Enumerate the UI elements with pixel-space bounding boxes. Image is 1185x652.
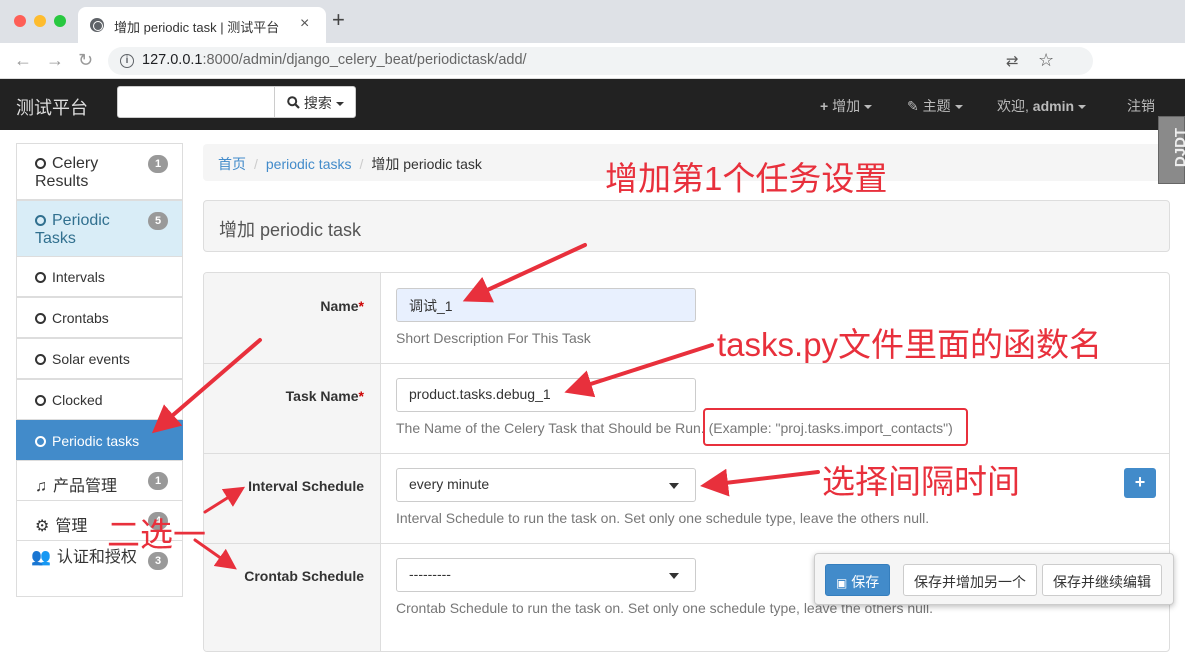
gear-icon: ⚙ bbox=[35, 518, 50, 535]
circle-icon bbox=[35, 395, 46, 406]
brush-icon: ✎ bbox=[907, 98, 919, 114]
count-badge: 1 bbox=[148, 472, 168, 490]
sidebar-group-periodic-tasks[interactable]: Periodic Tasks 5 bbox=[16, 200, 183, 257]
brand-title[interactable]: 测试平台 bbox=[16, 94, 88, 120]
task-name-label: Task Name* bbox=[285, 388, 364, 404]
globe-icon bbox=[90, 18, 104, 32]
browser-tab[interactable]: 增加 periodic task | 测试平台 × bbox=[78, 7, 326, 43]
task-name-input[interactable]: product.tasks.debug_1 bbox=[396, 378, 696, 412]
circle-icon bbox=[35, 158, 46, 169]
reload-icon[interactable]: ↻ bbox=[78, 50, 93, 71]
new-tab-icon[interactable]: + bbox=[332, 9, 345, 31]
interval-schedule-select[interactable]: every minute bbox=[396, 468, 696, 502]
count-badge: 1 bbox=[148, 155, 168, 173]
info-icon[interactable]: i bbox=[120, 54, 134, 68]
annotation-task-note: tasks.py文件里面的函数名 bbox=[717, 326, 1103, 363]
name-label: Name* bbox=[320, 298, 364, 314]
annotation-choose-one: 二选一 bbox=[107, 516, 206, 553]
sidebar-group-celery-results[interactable]: Celery Results 1 bbox=[16, 143, 183, 200]
save-button[interactable]: ▣ 保存 bbox=[825, 564, 891, 596]
forward-arrow-icon[interactable]: → bbox=[46, 50, 64, 71]
browser-toolbar: ← → ↻ i 127.0.0.1:8000/admin/django_cele… bbox=[0, 43, 1185, 112]
address-bar[interactable]: i 127.0.0.1:8000/admin/django_celery_bea… bbox=[108, 47, 1093, 75]
annotation-highlight-box bbox=[703, 408, 968, 446]
search-icon bbox=[287, 96, 300, 109]
search-button-label: 搜索 bbox=[303, 95, 332, 111]
floppy-icon: ▣ bbox=[836, 576, 848, 590]
save-add-another-button[interactable]: 保存并增加另一个 bbox=[903, 564, 1037, 596]
interval-schedule-label: Interval Schedule bbox=[248, 478, 364, 494]
close-window-icon[interactable] bbox=[14, 15, 26, 27]
name-help-text: Short Description For This Task bbox=[396, 330, 591, 346]
sidebar-item-solar-events[interactable]: Solar events bbox=[16, 338, 183, 379]
annotation-title: 增加第1个任务设置 bbox=[605, 160, 888, 197]
page-title: 增加 periodic task bbox=[203, 200, 1170, 252]
minimize-window-icon[interactable] bbox=[34, 15, 46, 27]
back-arrow-icon[interactable]: ← bbox=[14, 50, 32, 71]
search-button[interactable]: 搜索 bbox=[274, 86, 356, 118]
annotation-interval-note: 选择间隔时间 bbox=[822, 463, 1020, 500]
users-icon: 👥 bbox=[31, 549, 51, 566]
crontab-schedule-label: Crontab Schedule bbox=[244, 568, 364, 584]
crontab-schedule-select[interactable]: --------- bbox=[396, 558, 696, 592]
translate-icon[interactable]: ⇄ bbox=[1006, 52, 1019, 70]
search-input[interactable] bbox=[117, 86, 275, 118]
tab-title: 增加 periodic task | 测试平台 bbox=[114, 20, 280, 35]
app-navbar: 测试平台 搜索 + 增加 ✎ 主题 欢迎, admin 注销 bbox=[0, 79, 1185, 130]
circle-icon bbox=[35, 354, 46, 365]
save-action-bar: ▣ 保存 保存并增加另一个 保存并继续编辑 bbox=[814, 553, 1174, 605]
debug-toolbar-handle[interactable]: DJDT bbox=[1158, 116, 1185, 184]
music-icon: ♫ bbox=[35, 478, 47, 495]
tab-close-icon[interactable]: × bbox=[300, 15, 309, 33]
label-column bbox=[204, 273, 381, 651]
theme-menu[interactable]: ✎ 主题 bbox=[907, 96, 963, 116]
circle-icon bbox=[35, 313, 46, 324]
user-menu[interactable]: 欢迎, admin bbox=[997, 96, 1087, 116]
logout-link[interactable]: 注销 bbox=[1127, 96, 1155, 116]
url-text[interactable]: 127.0.0.1:8000/admin/django_celery_beat/… bbox=[142, 52, 527, 68]
breadcrumb-current: 增加 periodic task bbox=[371, 156, 482, 172]
sidebar-item-crontabs[interactable]: Crontabs bbox=[16, 297, 183, 338]
plus-icon: + bbox=[820, 98, 829, 114]
add-menu[interactable]: + 增加 bbox=[820, 96, 873, 116]
sidebar-item-intervals[interactable]: Intervals bbox=[16, 256, 183, 297]
interval-help-text: Interval Schedule to run the task on. Se… bbox=[396, 510, 930, 526]
sidebar-group-product[interactable]: ♫ 产品管理 1 bbox=[16, 460, 183, 501]
circle-icon bbox=[35, 272, 46, 283]
breadcrumb-home[interactable]: 首页 bbox=[218, 156, 246, 172]
sidebar-item-periodic-tasks[interactable]: Periodic tasks bbox=[16, 420, 183, 461]
bookmark-star-icon[interactable]: ☆ bbox=[1038, 50, 1054, 71]
browser-tab-bar: 增加 periodic task | 测试平台 × + bbox=[0, 0, 1185, 43]
save-continue-button[interactable]: 保存并继续编辑 bbox=[1042, 564, 1162, 596]
circle-icon bbox=[35, 436, 46, 447]
sidebar-item-clocked[interactable]: Clocked bbox=[16, 379, 183, 420]
breadcrumb-section[interactable]: periodic tasks bbox=[266, 156, 352, 172]
count-badge: 5 bbox=[148, 212, 168, 230]
circle-icon bbox=[35, 215, 46, 226]
chevron-down-icon bbox=[669, 483, 679, 489]
chevron-down-icon bbox=[669, 573, 679, 579]
maximize-window-icon[interactable] bbox=[54, 15, 66, 27]
name-input[interactable]: 调试_1 bbox=[396, 288, 696, 322]
add-interval-button[interactable]: + bbox=[1124, 468, 1156, 498]
